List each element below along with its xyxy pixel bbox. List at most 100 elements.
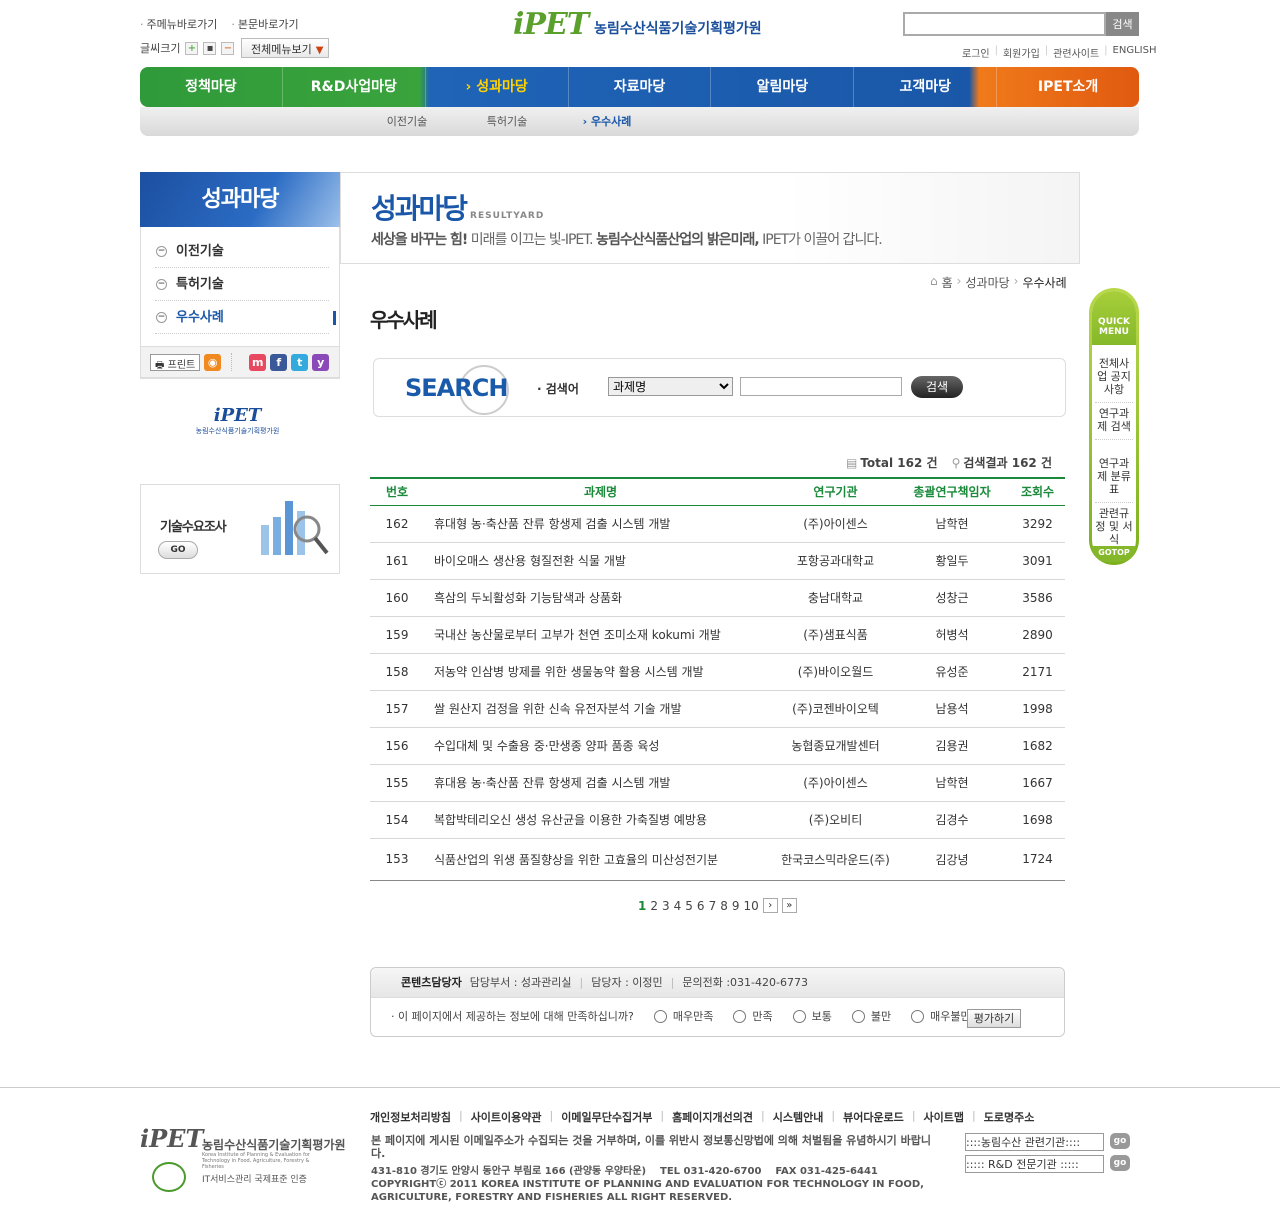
- search-keyword-input[interactable]: [740, 377, 902, 396]
- nav-item-materials[interactable]: 자료마당: [569, 67, 712, 107]
- col-header-title: 과제명: [424, 477, 777, 506]
- left-logo: iPET 농림수산식품기술기획평가원: [195, 405, 280, 435]
- join-link[interactable]: 회원가입: [1003, 45, 1040, 60]
- next-page-icon[interactable]: ›: [762, 898, 778, 913]
- page-link[interactable]: 2: [650, 899, 658, 913]
- tech-survey-banner[interactable]: 기술수요조사 GO: [140, 484, 340, 574]
- top-search-input[interactable]: [903, 12, 1106, 36]
- nav-item-results[interactable]: 성과마당: [426, 67, 569, 107]
- me2day-icon[interactable]: m: [249, 353, 267, 371]
- footer-link[interactable]: 사이트이용약관: [471, 1109, 542, 1125]
- quick-item-classification[interactable]: 연구과제 분류표: [1095, 457, 1133, 503]
- related-org-select[interactable]: ::::농림수산 관련기관::::: [965, 1133, 1104, 1151]
- quick-item-notice[interactable]: 전체사업 공지사항: [1095, 357, 1133, 403]
- cell-number: 156: [370, 727, 424, 765]
- font-decrease-icon[interactable]: −: [221, 41, 235, 55]
- site-logo[interactable]: iPET 농림수산식품기술기획평가원: [513, 10, 762, 40]
- evaluate-button[interactable]: 평가하기: [967, 1009, 1021, 1028]
- skip-main-menu-link[interactable]: · 주메뉴바로가기: [140, 16, 217, 32]
- all-menu-button[interactable]: 전체메뉴보기 ▼: [241, 38, 329, 58]
- cell-number: 154: [370, 801, 424, 839]
- radio-satisfied[interactable]: [733, 1009, 747, 1023]
- page-link[interactable]: 1: [638, 899, 646, 913]
- left-menu-item-transfer[interactable]: − 이전기술: [155, 235, 329, 268]
- last-page-icon[interactable]: »: [781, 898, 797, 913]
- sub-nav-best-case[interactable]: 우수사례: [557, 107, 657, 136]
- yozm-icon[interactable]: y: [312, 353, 330, 371]
- survey-question-row: · 이 페이지에서 제공하는 정보에 대해 만족하십니까? 매우만족 만족 보통…: [391, 1009, 971, 1023]
- page-link[interactable]: 10: [743, 899, 758, 913]
- cell-views: 1998: [1010, 690, 1065, 728]
- radio-very-dissatisfied[interactable]: [911, 1009, 925, 1023]
- content-manager-info: 콘텐츠담당자 담당부서 : 성과관리실 | 담당자 : 이정민 | 문의전화 :031-4…: [371, 968, 1064, 998]
- nav-item-policy[interactable]: 정책마당: [140, 67, 283, 107]
- english-link[interactable]: ENGLISH: [1113, 45, 1157, 60]
- cell-institution: 한국코스믹라운드(주): [777, 838, 894, 881]
- footer-link[interactable]: 홈페이지개선의견: [672, 1109, 753, 1125]
- page-link[interactable]: 8: [720, 899, 728, 913]
- page-link[interactable]: 5: [685, 899, 693, 913]
- footer-link[interactable]: 이메일무단수집거부: [561, 1109, 652, 1125]
- skip-content-link[interactable]: · 본문바로가기: [231, 16, 298, 32]
- page-link[interactable]: 9: [732, 899, 740, 913]
- left-menu-item-patent[interactable]: − 특허기술: [155, 268, 329, 301]
- breadcrumb-home[interactable]: 홈: [942, 274, 953, 291]
- footer-link[interactable]: 도로명주소: [984, 1109, 1035, 1125]
- rnd-org-go-button[interactable]: go: [1110, 1155, 1130, 1171]
- radio-very-satisfied[interactable]: [653, 1009, 667, 1023]
- breadcrumb-section[interactable]: 성과마당: [965, 274, 1009, 291]
- radio-dissatisfied[interactable]: [851, 1009, 865, 1023]
- footer-link[interactable]: 뷰어다운로드: [843, 1109, 904, 1125]
- cell-title[interactable]: 수입대체 및 수출용 중·만생종 양파 품종 육성: [424, 727, 777, 765]
- nav-item-rnd[interactable]: R&D사업마당: [283, 67, 426, 107]
- cell-title[interactable]: 쌀 원산지 검정을 위한 신속 유전자분석 기술 개발: [424, 690, 777, 728]
- page-link[interactable]: 4: [674, 899, 682, 913]
- nav-item-about[interactable]: IPET소개: [997, 67, 1139, 107]
- table-row: 154 복합박테리오신 생성 유산균을 이용한 가축질병 예방용 (주)오비티 김경수…: [370, 801, 1065, 839]
- tech-survey-go-button[interactable]: GO: [158, 541, 198, 559]
- page-link[interactable]: 7: [709, 899, 717, 913]
- print-button[interactable]: 🖶 프린트: [150, 353, 201, 371]
- rss-icon[interactable]: ◉: [204, 353, 222, 371]
- nav-item-notice[interactable]: 알림마당: [711, 67, 855, 107]
- separator: |: [761, 1109, 765, 1122]
- minus-circle-icon: −: [156, 312, 167, 323]
- facebook-icon[interactable]: f: [270, 353, 288, 371]
- cell-institution: 포항공과대학교: [777, 542, 894, 580]
- cell-title[interactable]: 국내산 농산물로부터 고부가 천연 조미소재 kokumi 개발: [424, 616, 777, 654]
- related-org-go-button[interactable]: go: [1110, 1133, 1130, 1149]
- footer-links: 개인정보처리방침 | 사이트이용약관 | 이메일무단수집거부 | 홈페이지개선의견 | 시스템안…: [370, 1109, 1034, 1125]
- nav-item-customer[interactable]: 고객마당: [854, 67, 998, 107]
- login-link[interactable]: 로그인: [962, 45, 990, 60]
- radio-neutral[interactable]: [792, 1009, 806, 1023]
- quick-item-search[interactable]: 연구과제 검색: [1095, 407, 1133, 440]
- rnd-org-select[interactable]: ::::: R&D 전문기관 :::::: [965, 1155, 1104, 1173]
- footer-link[interactable]: 시스템안내: [773, 1109, 824, 1125]
- page-link[interactable]: 6: [697, 899, 705, 913]
- search-button[interactable]: 검색: [911, 376, 963, 398]
- related-sites-link[interactable]: 관련사이트: [1053, 45, 1099, 60]
- cell-title[interactable]: 저농약 인삼병 방제를 위한 생물농약 활용 시스템 개발: [424, 653, 777, 691]
- logo-mark: iPET: [513, 7, 589, 42]
- footer-link[interactable]: 사이트맵: [924, 1109, 964, 1125]
- cell-views: 1698: [1010, 801, 1065, 839]
- font-increase-icon[interactable]: +: [185, 41, 199, 55]
- cell-title[interactable]: 바이오매스 생산용 형질전환 식물 개발: [424, 542, 777, 580]
- cell-title[interactable]: 휴대용 농·축산품 잔류 항생제 검출 시스템 개발: [424, 764, 777, 802]
- cell-title[interactable]: 복합박테리오신 생성 유산균을 이용한 가축질병 예방용: [424, 801, 777, 839]
- footer-link[interactable]: 개인정보처리방침: [370, 1109, 451, 1125]
- search-field-select[interactable]: 과제명: [608, 377, 733, 396]
- left-menu-item-best-case[interactable]: − 우수사례: [155, 301, 336, 334]
- sub-nav-transfer[interactable]: 이전기술: [357, 107, 457, 136]
- top-search-button[interactable]: 검색: [1106, 12, 1139, 36]
- page-link[interactable]: 3: [662, 899, 670, 913]
- cell-institution: (주)아이센스: [777, 505, 894, 543]
- font-size-label: 글씨크기: [140, 42, 181, 55]
- twitter-icon[interactable]: t: [291, 353, 309, 371]
- cell-title[interactable]: 휴대형 농·축산품 잔류 항생제 검출 시스템 개발: [424, 505, 777, 543]
- go-top-button[interactable]: GOTOP: [1092, 546, 1136, 562]
- cell-title[interactable]: 식품산업의 위생 품질향상을 위한 고효율의 미산성전기분: [424, 838, 777, 881]
- cell-title[interactable]: 흑삼의 두뇌활성화 기능탐색과 상품화: [424, 579, 777, 617]
- font-reset-icon[interactable]: ▪: [203, 41, 217, 55]
- sub-nav-patent[interactable]: 특허기술: [457, 107, 557, 136]
